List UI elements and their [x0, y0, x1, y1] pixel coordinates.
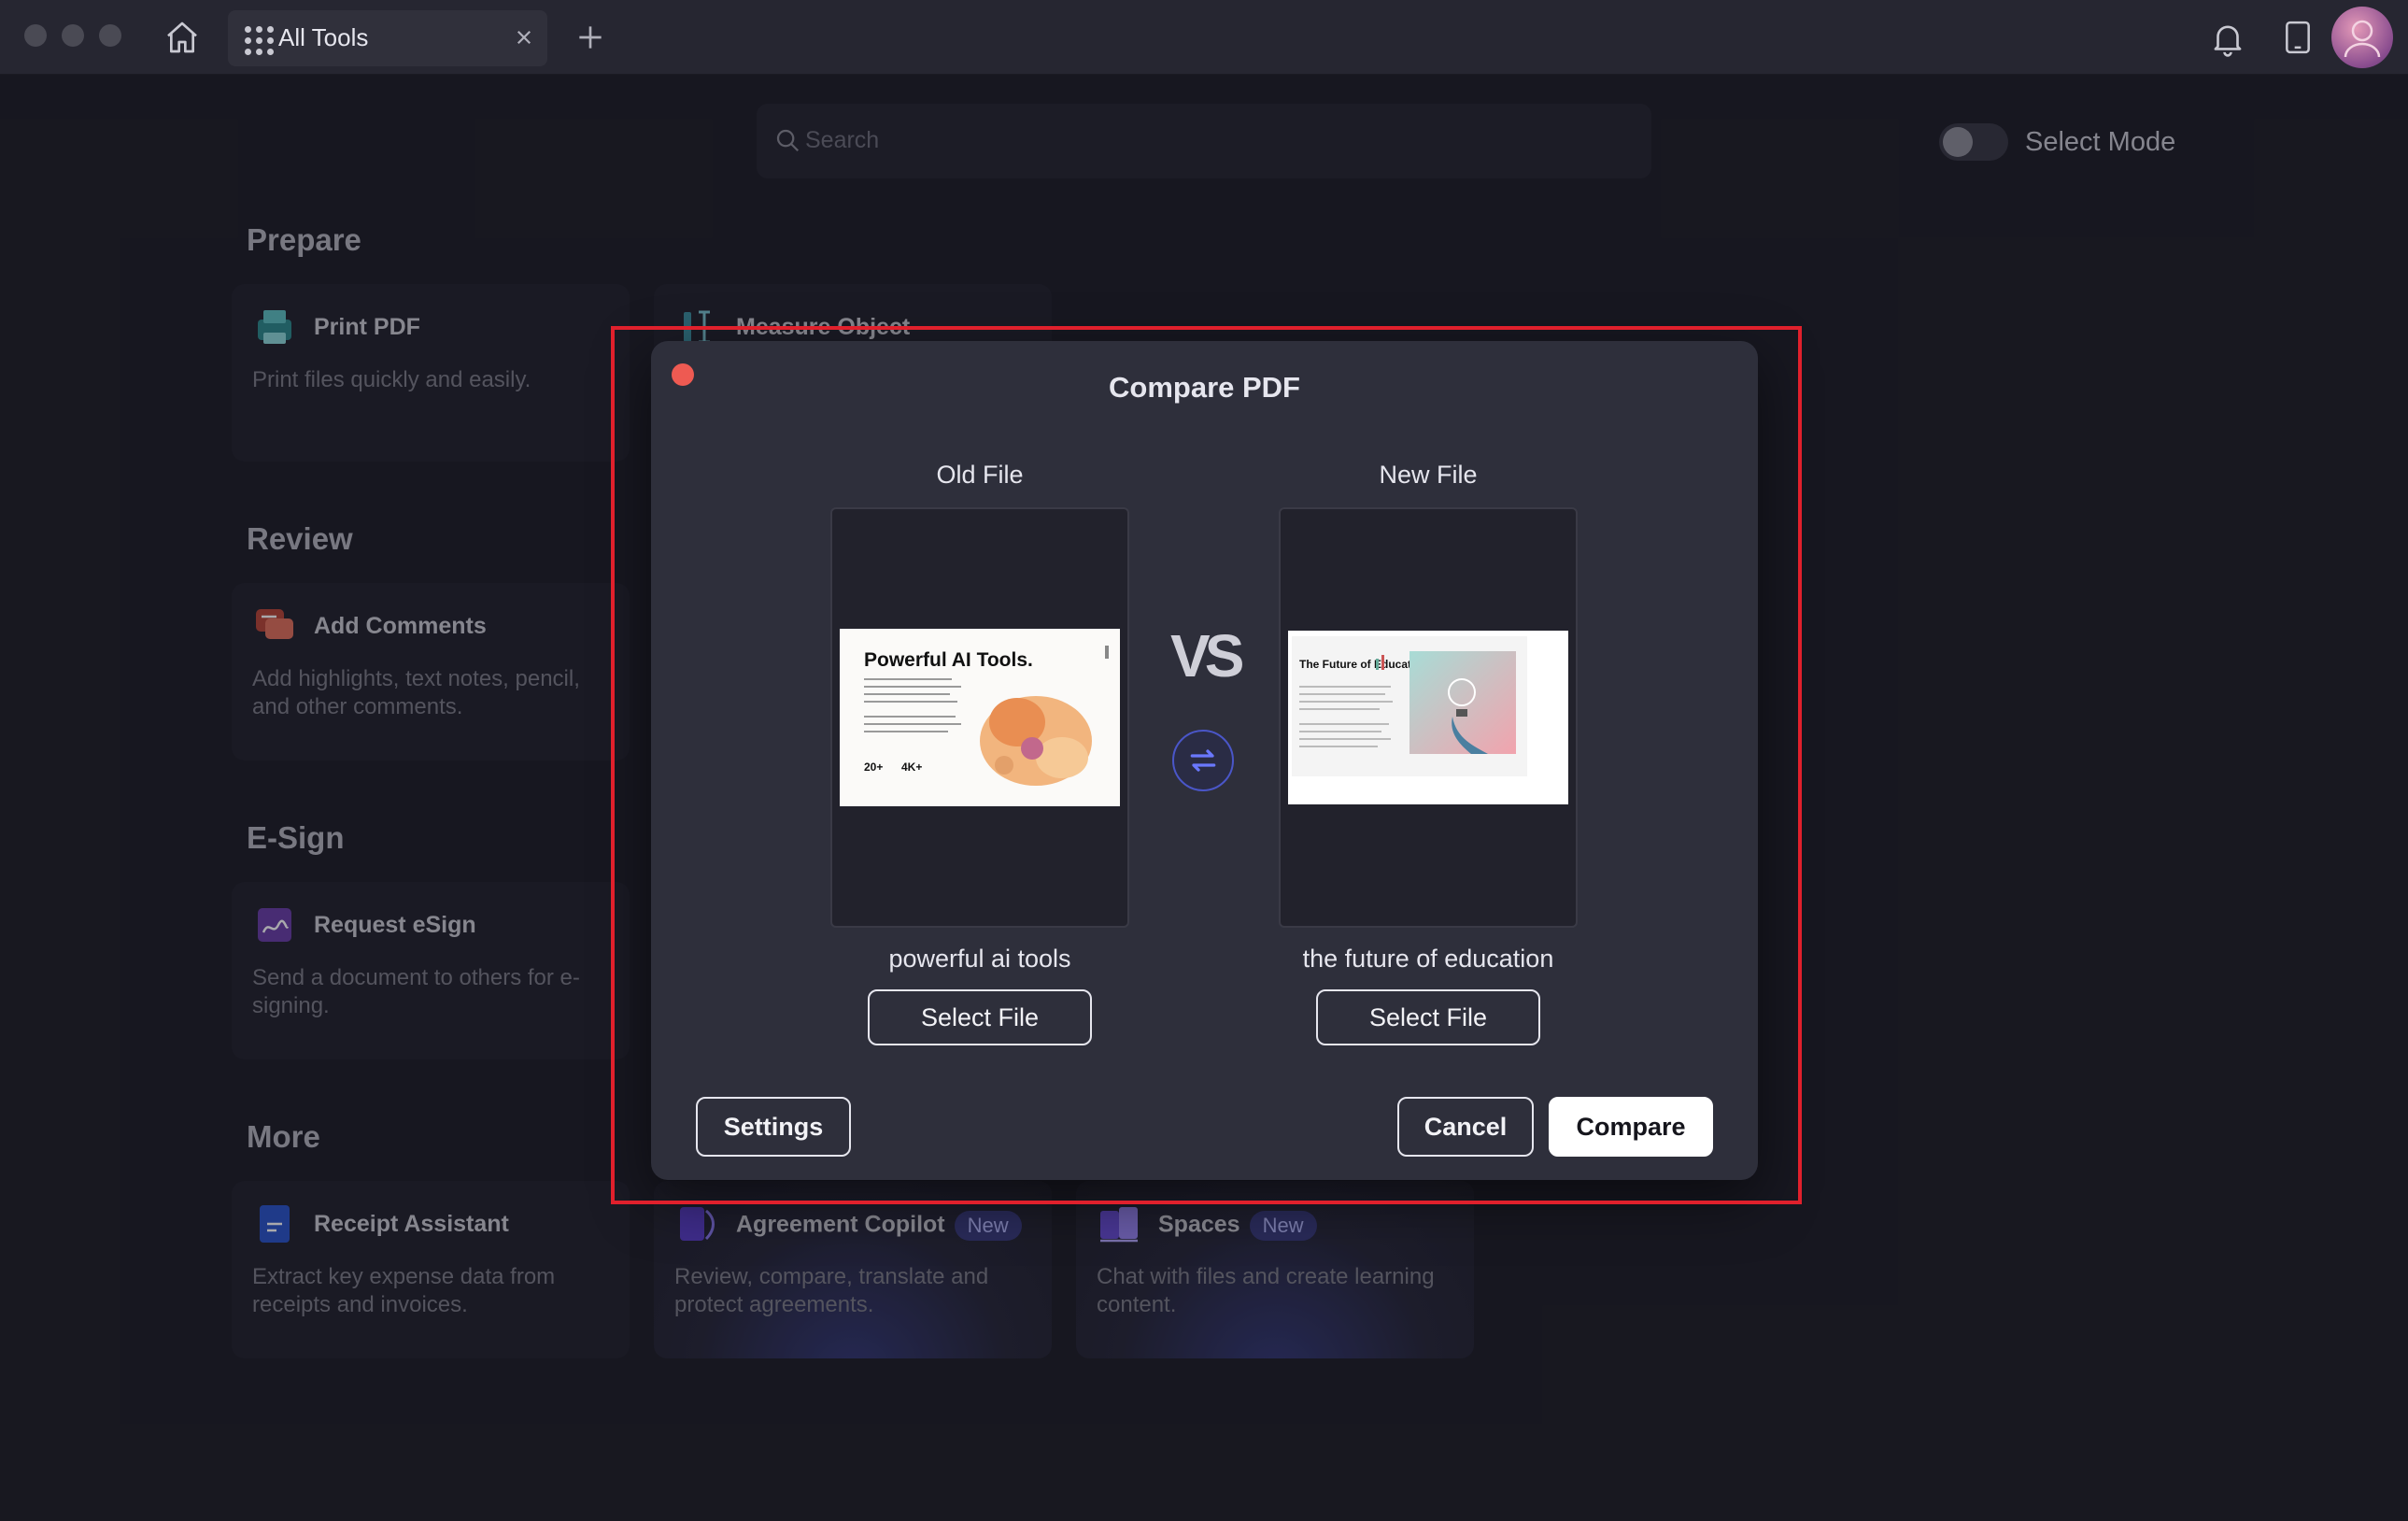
window-close-button[interactable]	[24, 24, 47, 47]
home-button[interactable]	[159, 17, 205, 58]
window-minimize-button[interactable]	[62, 24, 84, 47]
close-icon[interactable]	[510, 23, 538, 51]
bell-icon[interactable]	[2208, 19, 2247, 58]
home-icon	[167, 21, 197, 53]
plus-icon[interactable]	[572, 19, 609, 56]
window-zoom-button[interactable]	[99, 24, 121, 47]
title-bar: All Tools	[0, 0, 2408, 75]
grid-icon	[245, 26, 274, 55]
tab-label: All Tools	[278, 23, 369, 51]
dialog-highlight-frame	[611, 326, 1802, 1204]
user-icon	[2344, 20, 2381, 58]
tab-all-tools[interactable]: All Tools	[228, 10, 547, 66]
avatar[interactable]	[2331, 7, 2393, 68]
tablet-icon[interactable]	[2279, 17, 2316, 58]
